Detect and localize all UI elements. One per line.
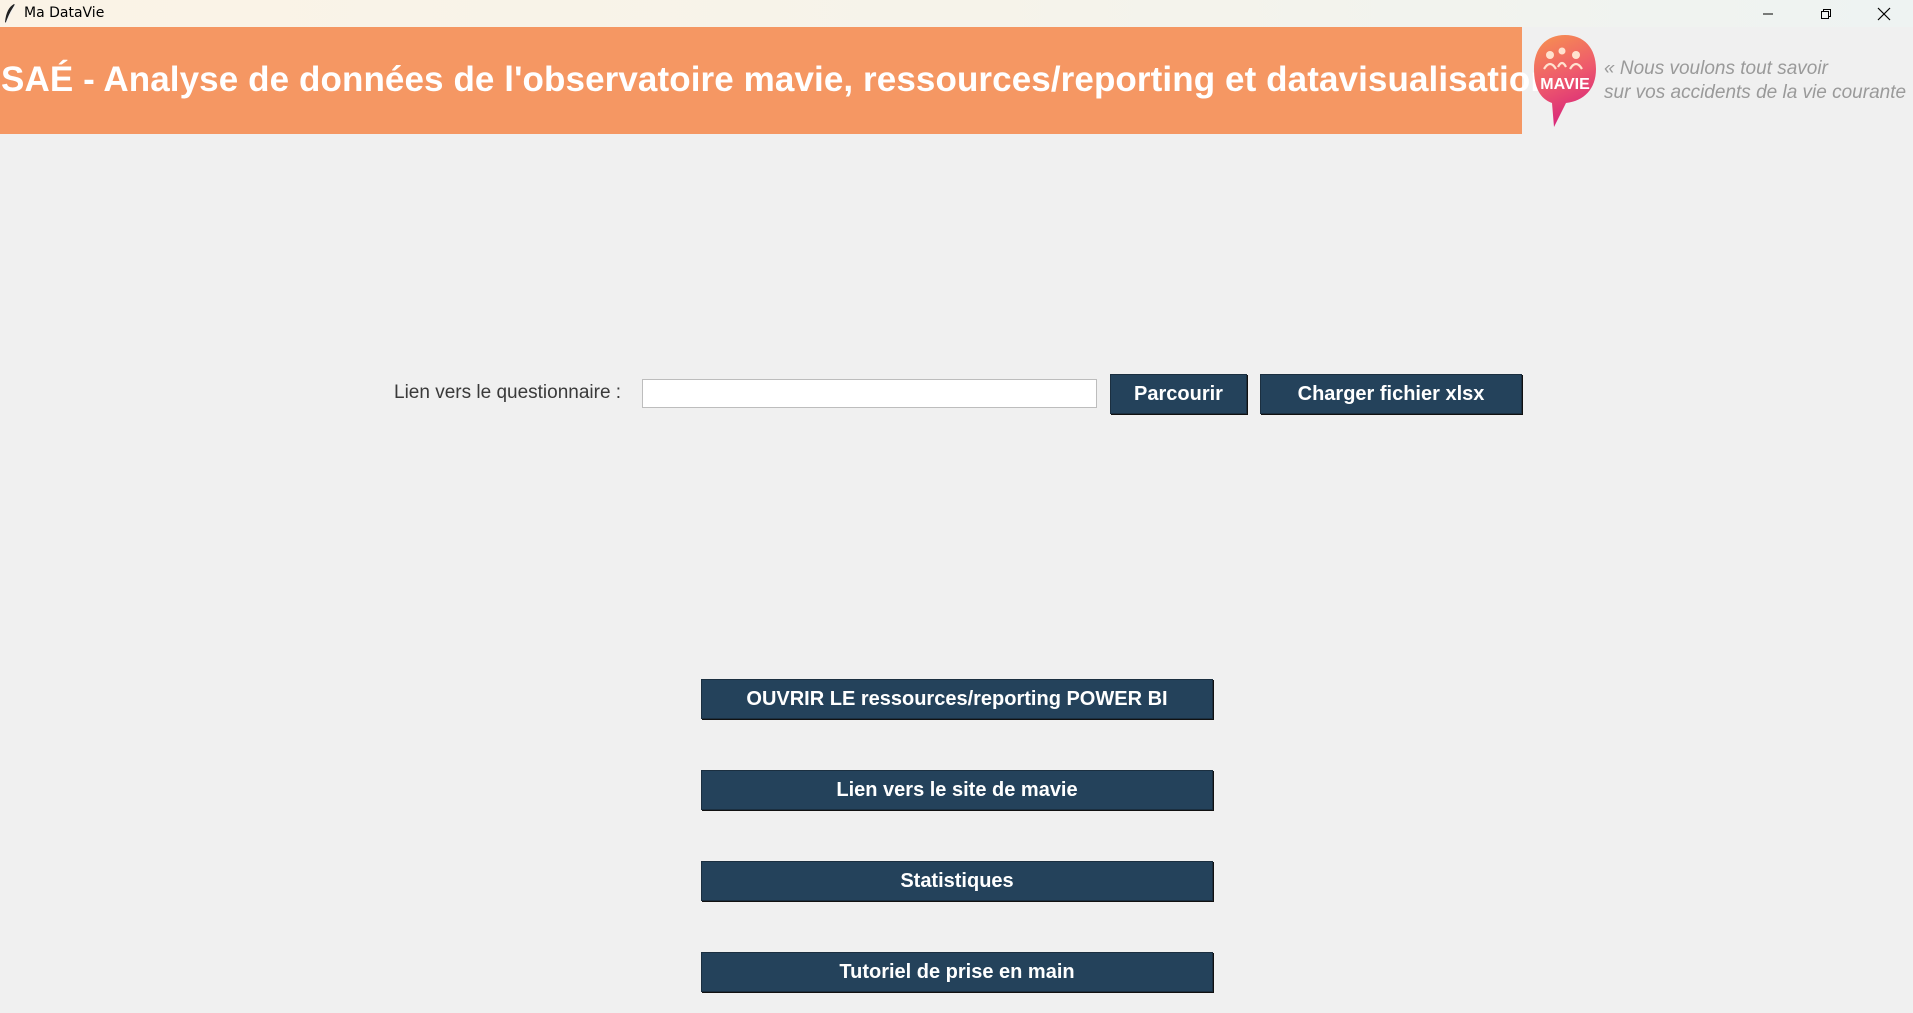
close-icon [1877, 7, 1891, 20]
close-button[interactable] [1855, 0, 1913, 27]
title-bar[interactable]: Ma DataVie [0, 0, 1913, 27]
window-title: Ma DataVie [24, 5, 105, 21]
mavie-site-link-button[interactable]: Lien vers le site de mavie [701, 770, 1213, 810]
load-xlsx-button[interactable]: Charger fichier xlsx [1260, 374, 1522, 414]
slogan-line-1: « Nous voulons tout savoir [1604, 58, 1828, 79]
minimize-button[interactable] [1739, 0, 1797, 27]
app-window: Ma DataVie SAÉ - Analyse de données de l… [0, 0, 1913, 1013]
slogan: « Nous voulons tout savoir sur vos accid… [1604, 57, 1913, 107]
questionnaire-label: Lien vers le questionnaire : [394, 382, 622, 403]
tutorial-button[interactable]: Tutoriel de prise en main [701, 952, 1213, 992]
restore-button[interactable] [1797, 0, 1855, 27]
logo-text: MAVIE [1540, 76, 1590, 93]
restore-icon [1821, 8, 1831, 19]
minimize-icon [1763, 13, 1773, 14]
feather-icon [5, 4, 16, 24]
page-title: SAÉ - Analyse de données de l'observatoi… [1, 60, 1552, 99]
slogan-line-2: sur vos accidents de la vie courante [1604, 82, 1907, 103]
mavie-logo: MAVIE [1534, 35, 1596, 127]
header-banner: SAÉ - Analyse de données de l'observatoi… [0, 27, 1552, 134]
questionnaire-path-input[interactable] [642, 379, 1097, 408]
browse-button[interactable]: Parcourir [1110, 374, 1247, 414]
open-powerbi-button[interactable]: OUVRIR LE ressources/reporting POWER BI [701, 679, 1213, 719]
statistics-button[interactable]: Statistiques [701, 861, 1213, 901]
